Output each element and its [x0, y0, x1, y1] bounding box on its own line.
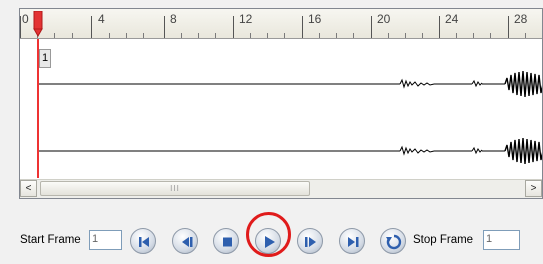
- ruler-tick: [181, 33, 182, 38]
- ruler-tick: [198, 33, 199, 38]
- ruler-label-24: 24: [445, 12, 459, 26]
- ruler-tick: [473, 33, 474, 38]
- ruler-tick: [143, 33, 144, 38]
- loop-icon: [386, 234, 402, 250]
- ruler-tick: [490, 33, 491, 38]
- loop-button[interactable]: [380, 228, 406, 254]
- ruler-tick: [72, 33, 73, 38]
- stop-frame-label: Stop Frame: [413, 234, 474, 246]
- skip-to-end-icon: [348, 237, 359, 247]
- ruler-tick: [164, 16, 165, 38]
- ruler-label-8: 8: [170, 12, 177, 26]
- playhead-line: [37, 39, 39, 178]
- ruler-label-4: 4: [98, 12, 105, 26]
- previous-frame-button[interactable]: [172, 228, 198, 254]
- stop-icon: [223, 237, 232, 247]
- ruler-tick: [302, 16, 303, 38]
- ruler-label-20: 20: [377, 12, 391, 26]
- ruler-tick: [233, 16, 234, 38]
- ruler-tick: [250, 33, 251, 38]
- frame-ruler[interactable]: 0 4 8 12 16 20 24 28: [20, 9, 542, 39]
- scroll-left-button[interactable]: <: [20, 180, 37, 197]
- ruler-label-16: 16: [308, 12, 322, 26]
- ruler-tick: [54, 33, 55, 38]
- ruler-tick: [388, 33, 389, 38]
- audio-waveform: [39, 70, 542, 165]
- stop-frame-field[interactable]: 1: [483, 230, 520, 250]
- ruler-tick: [353, 33, 354, 38]
- ruler-tick: [109, 33, 110, 38]
- playback-controls: Start Frame 1 Stop Frame 1: [0, 220, 543, 260]
- start-frame-label: Start Frame: [20, 234, 81, 246]
- stop-button[interactable]: [213, 228, 239, 254]
- start-frame-field[interactable]: 1: [89, 230, 122, 250]
- ruler-tick: [336, 33, 337, 38]
- ruler-tick: [405, 33, 406, 38]
- play-button[interactable]: [255, 228, 281, 254]
- scrollbar-thumb[interactable]: III: [40, 181, 310, 196]
- step-forward-icon: [305, 237, 316, 247]
- ruler-label-12: 12: [239, 12, 253, 26]
- ruler-tick: [508, 16, 509, 38]
- ruler-tick: [126, 33, 127, 38]
- ruler-label-28: 28: [514, 12, 528, 26]
- scroll-right-button[interactable]: >: [525, 180, 542, 197]
- ruler-tick: [456, 33, 457, 38]
- ruler-tick: [20, 16, 21, 38]
- next-frame-button[interactable]: [297, 228, 323, 254]
- timeline-panel: 0 4 8 12 16 20 24 28 1 < III >: [19, 8, 543, 199]
- first-frame-button[interactable]: [130, 228, 156, 254]
- step-back-icon: [182, 237, 193, 247]
- skip-to-start-icon: [139, 237, 149, 247]
- ruler-tick: [267, 33, 268, 38]
- ruler-tick: [319, 33, 320, 38]
- horizontal-scrollbar[interactable]: < III >: [20, 179, 542, 198]
- last-frame-button[interactable]: [339, 228, 365, 254]
- ruler-tick: [371, 16, 372, 38]
- ruler-tick: [422, 33, 423, 38]
- ruler-tick: [91, 16, 92, 38]
- ruler-label-0: 0: [22, 12, 29, 26]
- ruler-tick: [284, 33, 285, 38]
- ruler-tick: [215, 33, 216, 38]
- play-icon: [265, 236, 275, 248]
- ruler-tick: [525, 33, 526, 38]
- playhead-handle[interactable]: [33, 11, 43, 37]
- ruler-tick: [439, 16, 440, 38]
- audio-track-area[interactable]: 1: [20, 39, 542, 179]
